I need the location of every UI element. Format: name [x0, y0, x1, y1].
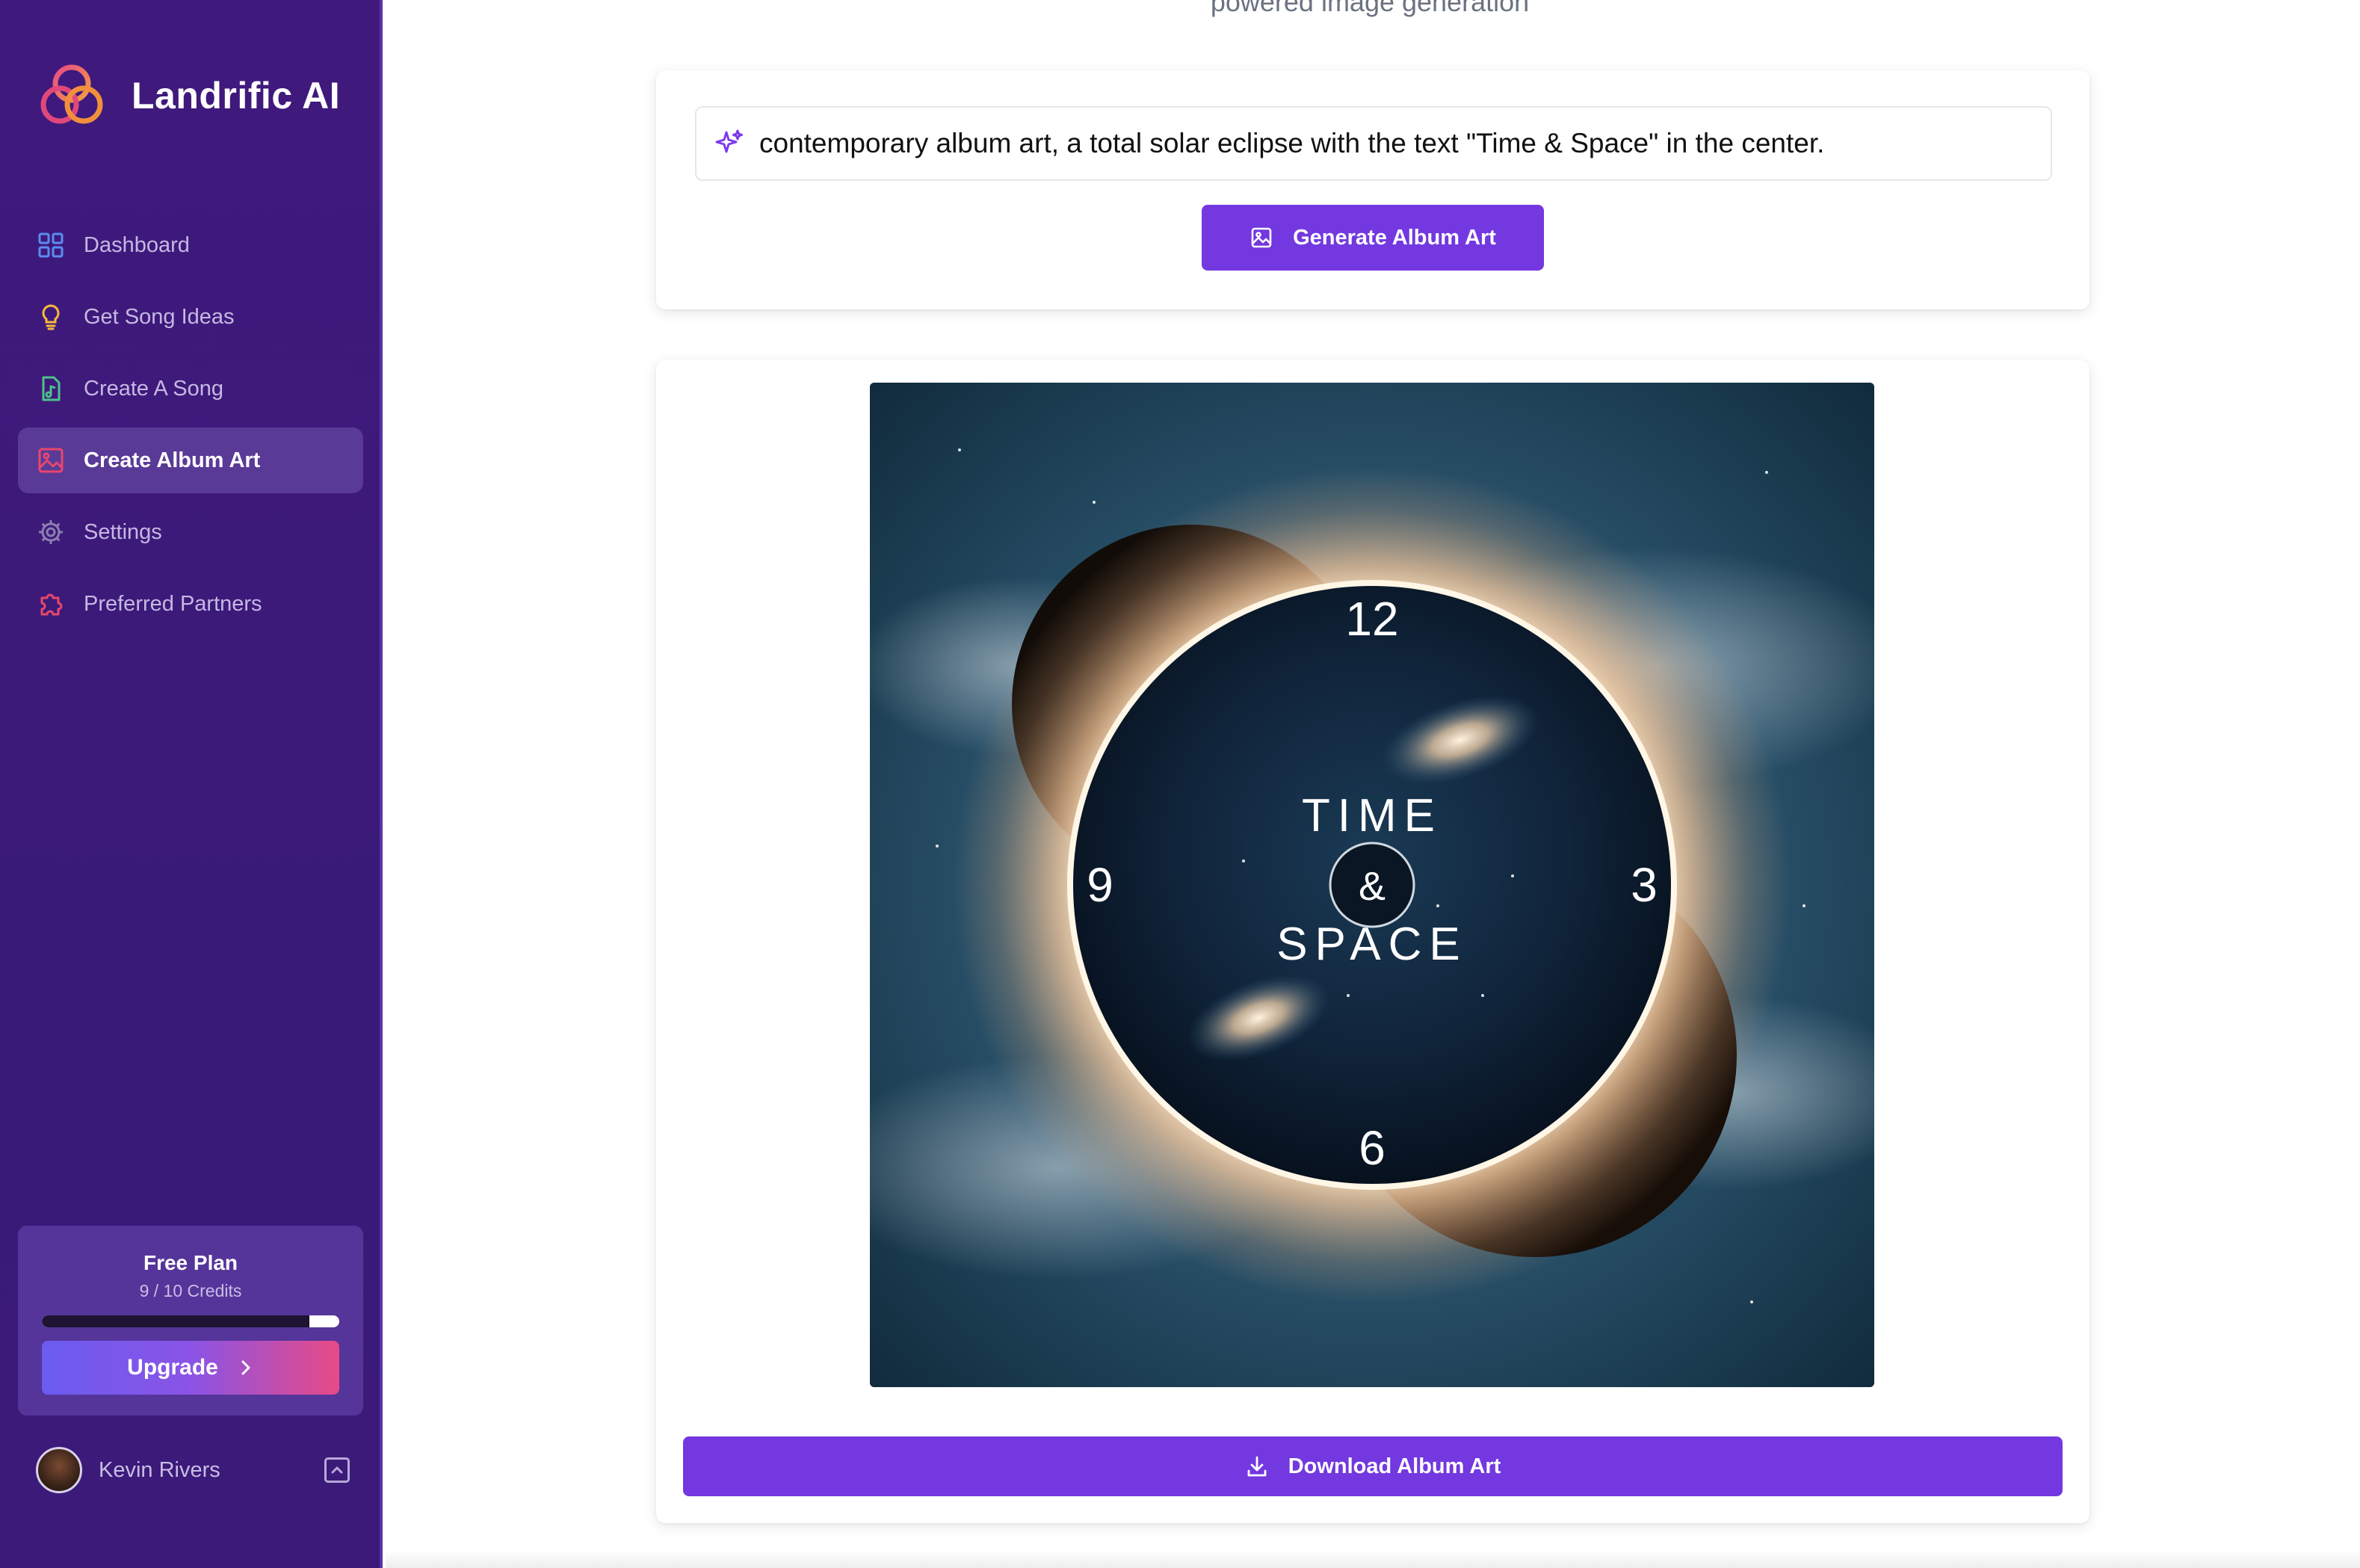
prompt-card: contemporary album art, a total solar ec… — [656, 70, 2089, 309]
sidebar-item-label: Preferred Partners — [84, 591, 262, 616]
sidebar-item-label: Get Song Ideas — [84, 304, 235, 329]
user-profile[interactable]: Kevin Rivers — [36, 1445, 350, 1495]
plan-credits: 9 / 10 Credits — [139, 1281, 242, 1300]
user-name: Kevin Rivers — [99, 1457, 220, 1482]
upgrade-label: Upgrade — [127, 1355, 218, 1380]
image-icon — [36, 445, 66, 475]
expand-menu-icon[interactable] — [324, 1457, 350, 1483]
sidebar-item-partners[interactable]: Preferred Partners — [18, 571, 363, 637]
plan-card: Free Plan 9 / 10 Credits Upgrade — [18, 1226, 363, 1416]
sidebar-item-dashboard[interactable]: Dashboard — [18, 212, 363, 278]
avatar — [36, 1447, 82, 1493]
page-subtitle-text: powered image generation — [1210, 0, 1530, 17]
sidebar: Landrific AI Dashboard Get Song Ideas Cr… — [0, 0, 383, 1568]
clock-number-9: 9 — [1087, 858, 1113, 912]
chevron-right-icon — [241, 1360, 250, 1375]
sidebar-item-label: Dashboard — [84, 232, 190, 257]
image-icon — [1251, 227, 1272, 248]
download-album-art-button[interactable]: Download Album Art — [683, 1436, 2063, 1496]
sidebar-item-label: Create A Song — [84, 376, 224, 401]
sidebar-item-label: Create Album Art — [84, 448, 261, 472]
brand[interactable]: Landrific AI — [34, 58, 340, 133]
sidebar-item-label: Settings — [84, 519, 162, 544]
clock-number-6: 6 — [1359, 1121, 1386, 1175]
gear-icon — [36, 517, 66, 547]
puzzle-icon — [36, 589, 66, 619]
download-icon — [1247, 1456, 1267, 1477]
sidebar-item-create-song[interactable]: Create A Song — [18, 356, 363, 422]
lightbulb-icon — [36, 302, 66, 332]
sidebar-item-album-art[interactable]: Create Album Art — [18, 428, 363, 493]
download-label: Download Album Art — [1288, 1454, 1501, 1478]
plan-title: Free Plan — [143, 1251, 238, 1274]
album-art-image: 12 3 6 9 TIME & SPACE — [870, 383, 1874, 1387]
sidebar-nav: Dashboard Get Song Ideas Create A Song C… — [18, 212, 363, 643]
art-title-top: TIME — [1302, 790, 1442, 842]
art-title-bottom: SPACE — [1276, 919, 1468, 970]
art-title-mid: & — [1359, 864, 1386, 909]
grid-icon — [36, 230, 66, 260]
app-name: Landrific AI — [132, 75, 341, 117]
upgrade-button[interactable]: Upgrade — [42, 1341, 339, 1395]
music-file-icon — [36, 374, 66, 404]
sidebar-item-settings[interactable]: Settings — [18, 499, 363, 565]
prompt-input[interactable]: contemporary album art, a total solar ec… — [695, 106, 2052, 181]
clock-number-12: 12 — [1345, 592, 1398, 646]
sparkle-icon — [715, 129, 743, 153]
bottom-edge — [386, 1550, 2360, 1568]
prompt-text: contemporary album art, a total solar ec… — [759, 128, 1825, 158]
credits-progress-fill — [42, 1315, 310, 1327]
logo-icon — [40, 64, 103, 124]
eclipse-artwork: 12 3 6 9 TIME & SPACE — [870, 383, 1874, 1387]
album-art-card: 12 3 6 9 TIME & SPACE Download Album Art — [656, 360, 2089, 1523]
generate-album-art-button[interactable]: Generate Album Art — [1202, 205, 1544, 271]
main-content: powered image generation contemporary al… — [386, 0, 2360, 1568]
generate-label: Generate Album Art — [1293, 225, 1496, 250]
credits-progress-bar — [42, 1315, 339, 1327]
page-subtitle: powered image generation — [386, 0, 2360, 18]
clock-number-3: 3 — [1631, 858, 1658, 912]
sidebar-item-song-ideas[interactable]: Get Song Ideas — [18, 284, 363, 350]
